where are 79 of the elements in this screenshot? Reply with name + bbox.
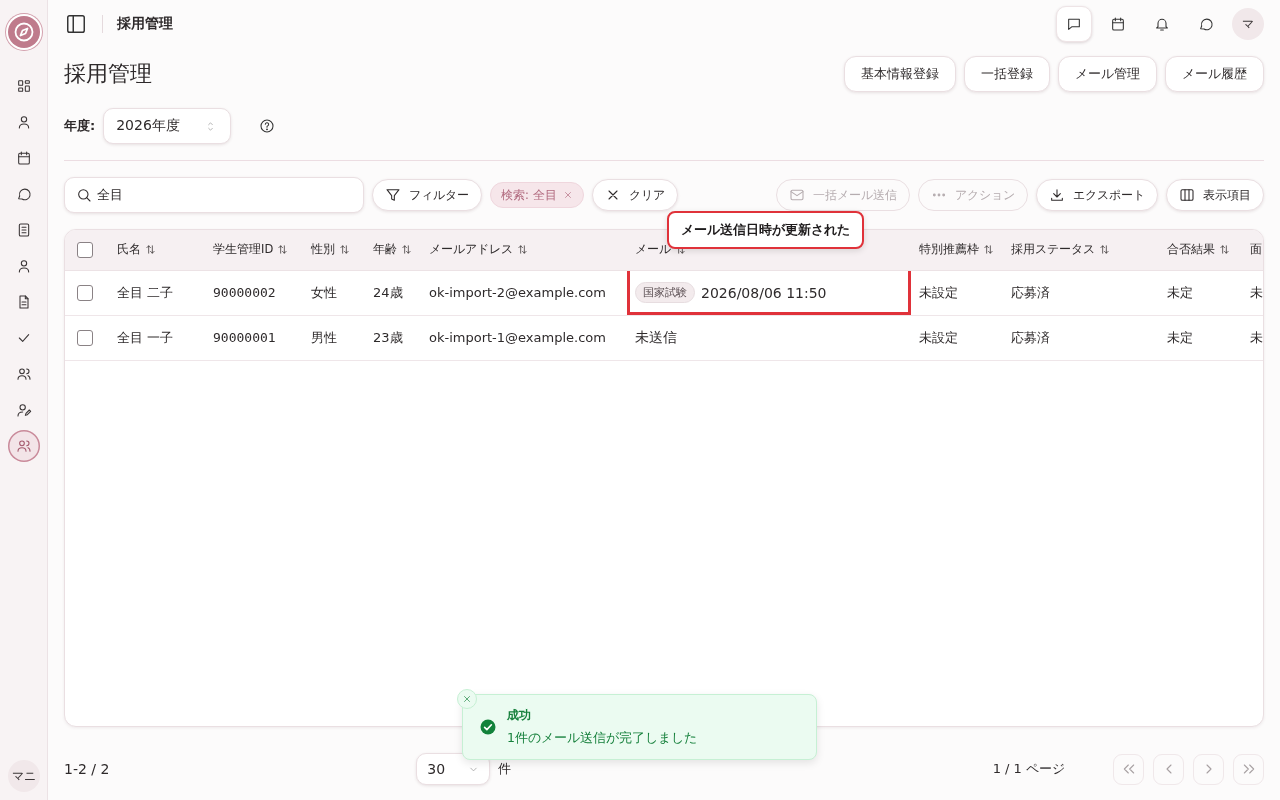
sort-icon (145, 244, 156, 256)
toast-title: 成功 (507, 707, 532, 724)
breadcrumb: 採用管理 (117, 15, 173, 33)
filter-chip[interactable]: 検索: 全目 (490, 182, 584, 208)
sort-icon (1099, 244, 1110, 256)
result-count: 1-2 / 2 (64, 761, 110, 777)
exam-tag: 国家試験 (635, 282, 695, 303)
notification-icon (1154, 16, 1170, 32)
action-button[interactable]: 一括登録 (964, 56, 1050, 92)
toolbar-button[interactable]: エクスポート (1036, 179, 1158, 211)
table-cell: 90000002 (213, 285, 276, 300)
table-cell: 24歳 (373, 284, 403, 300)
column-header[interactable]: 氏名 (117, 242, 156, 258)
table-cell: 全目 一子 (117, 329, 174, 345)
checkbox[interactable] (77, 241, 93, 258)
people-icon (15, 438, 32, 454)
chat-bubble-icon (15, 186, 32, 202)
sort-icon (401, 244, 412, 256)
table-cell: ok-import-2@example.com (429, 285, 606, 300)
filter-button[interactable]: フィルター (372, 179, 482, 211)
per-page-select[interactable]: 30 (416, 753, 491, 785)
person-edit-icon (15, 402, 32, 418)
user-avatar[interactable]: マニ (7, 760, 40, 792)
chat-bubble-icon (1198, 16, 1214, 32)
year-label: 年度: (64, 117, 96, 135)
calendar-icon (15, 150, 32, 166)
close-icon (462, 694, 472, 704)
remove-icon (562, 190, 573, 200)
table-cell: 2026/08/06 11:50 (701, 284, 827, 301)
table-cell: 未設定 (919, 284, 958, 300)
table-cell: 応募済 (1011, 284, 1050, 300)
action-button[interactable]: メール管理 (1058, 56, 1157, 92)
table-cell: 23歳 (373, 329, 403, 345)
sidebar-toggle[interactable] (64, 12, 88, 36)
dashboard-icon (15, 78, 32, 94)
panel-icon (65, 13, 87, 35)
mail-icon (789, 187, 805, 203)
toolbar-button[interactable]: 表示項目 (1166, 179, 1264, 211)
columns-icon (1179, 187, 1195, 203)
table-cell: 未 (1250, 329, 1263, 345)
table-cell: 未定 (1167, 329, 1193, 345)
header-icon-button[interactable] (1056, 6, 1092, 42)
table-cell: 未定 (1167, 284, 1193, 300)
download-icon (1049, 187, 1065, 203)
clear-button[interactable]: クリア (591, 179, 678, 211)
sort-icon (983, 244, 994, 256)
action-button[interactable]: メール履歴 (1165, 56, 1264, 92)
year-select[interactable]: 2026年度 (103, 108, 232, 144)
sort-icon (277, 244, 289, 256)
table-cell: 未設定 (919, 329, 958, 345)
sort-icon (517, 244, 528, 256)
success-icon (479, 718, 497, 736)
checkbox[interactable] (77, 284, 93, 301)
table-cell: ok-import-1@example.com (429, 330, 606, 345)
help-icon (259, 118, 276, 134)
table-cell: 全目 二子 (117, 284, 174, 300)
per-page-unit: 件 (498, 760, 512, 778)
message-icon (1066, 16, 1082, 32)
table-cell: 男性 (311, 329, 337, 345)
toast-message: 1件のメール送信が完了しました (507, 730, 697, 747)
sort-icon (339, 244, 350, 256)
page-title: 採用管理 (64, 60, 152, 88)
user-avatar[interactable]: マ (1232, 8, 1264, 40)
table-cell: 90000001 (213, 330, 276, 345)
table-cell: 応募済 (1011, 329, 1050, 345)
column-header[interactable]: メールアドレス (429, 242, 528, 258)
table-cell: 未 (1250, 284, 1263, 300)
table-cell: 未送信 (635, 328, 677, 347)
filter-icon (385, 187, 401, 203)
people-icon (15, 366, 32, 382)
calendar-icon (1110, 16, 1126, 32)
checkbox[interactable] (77, 329, 93, 346)
action-button[interactable]: 基本情報登録 (844, 56, 956, 92)
app-logo (7, 16, 40, 48)
sort-icon (1219, 244, 1230, 256)
table-cell: 女性 (311, 284, 337, 300)
page-indicator: 1 / 1 ページ (992, 760, 1065, 778)
search-field[interactable]: 全目 (64, 177, 364, 213)
tooltip: メール送信日時が更新された (667, 211, 864, 249)
